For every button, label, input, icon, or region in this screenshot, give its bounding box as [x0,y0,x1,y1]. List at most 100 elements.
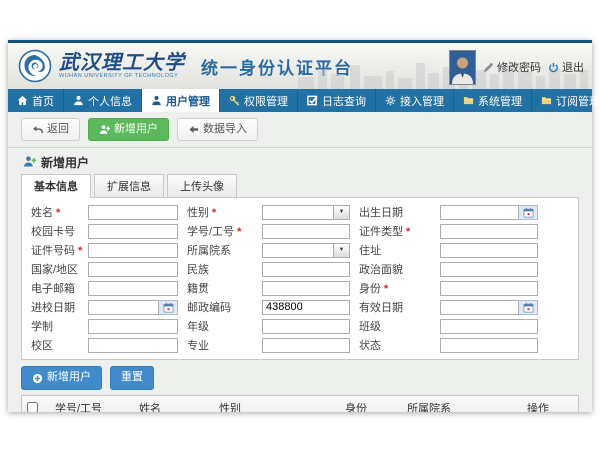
field-input-major[interactable] [262,338,350,353]
tab-basic-info[interactable]: 基本信息 [21,174,91,198]
field-input-address[interactable] [440,243,538,258]
calendar-icon[interactable] [519,300,538,315]
field-label-enrollment-date: 进校日期 [31,299,79,315]
field-input-department[interactable] [262,243,334,258]
data-import-button[interactable]: 数据导入 [177,118,258,141]
main-panel: 新增用户 基本信息 扩展信息 上传头像 姓名*性别*▼出生日期校园卡号学号/工号… [8,148,592,412]
calendar-icon[interactable] [519,205,538,220]
field-birth-date [440,205,538,220]
nav-tab-label: 日志查询 [322,93,366,109]
app-window: 武汉理工大学 WUHAN UNIVERSITY OF TECHNOLOGY 统一… [8,40,592,412]
power-icon [548,62,559,73]
column-header-student-id: 学号/工号 [50,395,134,412]
field-input-id-number[interactable] [88,243,178,258]
field-input-valid-date[interactable] [440,300,519,315]
field-input-email[interactable] [88,281,178,296]
nav-tab-subscription-management[interactable]: 订阅管理 [532,89,600,112]
dropdown-arrow-icon[interactable]: ▼ [334,243,350,258]
column-header-actions: 操作 [522,395,579,412]
nav-tab-user-management[interactable]: 用户管理 [142,89,220,112]
field-grade [262,319,350,334]
required-asterisk: * [406,226,410,238]
field-input-schooling-length[interactable] [88,319,178,334]
nav-tab-label: 用户管理 [166,93,210,109]
nav-tab-system-management[interactable]: 系统管理 [454,89,532,112]
field-label-id-number: 证件号码* [31,242,79,258]
nav-tab-profile[interactable]: 个人信息 [64,89,142,112]
field-status [440,338,538,353]
field-input-gender[interactable] [262,205,334,220]
field-campus [88,338,178,353]
folder-icon [541,95,552,106]
field-input-birth-date[interactable] [440,205,519,220]
nav-tab-permission-management[interactable]: 权限管理 [220,89,298,112]
logout-link[interactable]: 退出 [548,59,584,75]
tab-extended-info[interactable]: 扩展信息 [94,174,164,197]
field-address [440,243,538,258]
field-input-grade[interactable] [262,319,350,334]
field-input-native-place[interactable] [262,281,350,296]
field-email [88,281,178,296]
field-label-political-status: 政治面貌 [359,261,431,277]
nav-tab-label: 接入管理 [400,93,444,109]
log-icon [307,95,318,106]
user-photo [449,50,476,85]
field-label-id-type: 证件类型* [359,223,431,239]
university-logo-icon [18,49,52,83]
nav-tab-label: 首页 [32,93,54,109]
nav-tab-label: 个人信息 [88,93,132,109]
key-icon [229,95,240,106]
field-enrollment-date [88,300,178,315]
back-button[interactable]: 返回 [21,118,80,141]
university-title-block: 武汉理工大学 WUHAN UNIVERSITY OF TECHNOLOGY [59,52,185,80]
user-list-table: 学号/工号姓名性别身份所属院系操作 [21,395,579,412]
field-input-class[interactable] [440,319,538,334]
nav-tab-access-management[interactable]: 接入管理 [376,89,454,112]
content-area: 返回 新增用户 数据导入 [8,112,592,412]
field-label-birth-date: 出生日期 [359,204,431,220]
select-all-checkbox[interactable] [27,402,38,412]
field-gender: ▼ [262,205,350,220]
column-header-name: 姓名 [134,395,214,412]
section-title: 新增用户 [41,154,89,171]
field-input-status[interactable] [440,338,538,353]
basic-info-form: 姓名*性别*▼出生日期校园卡号学号/工号*证件类型*证件号码*所属院系▼住址国家… [21,197,579,360]
folder-icon [463,95,474,106]
field-input-name[interactable] [88,205,178,220]
field-input-id-type[interactable] [440,224,538,239]
change-password-link[interactable]: 修改密码 [483,59,541,75]
field-input-country-region[interactable] [88,262,178,277]
field-campus-card-no [88,224,178,239]
nav-tab-log-query[interactable]: 日志查询 [298,89,376,112]
data-import-label: 数据导入 [203,122,247,137]
field-input-political-status[interactable] [440,262,538,277]
nav-tab-label: 系统管理 [478,93,522,109]
field-id-type [440,224,538,239]
dropdown-arrow-icon[interactable]: ▼ [334,205,350,220]
field-input-student-id[interactable] [262,224,350,239]
required-asterisk: * [56,207,60,219]
field-label-grade: 年级 [187,318,253,334]
required-asterisk: * [212,207,216,219]
field-id-number [88,243,178,258]
add-user-toolbar-button[interactable]: 新增用户 [88,118,169,141]
field-input-campus[interactable] [88,338,178,353]
nav-tab-home[interactable]: 首页 [8,89,64,112]
field-input-campus-card-no[interactable] [88,224,178,239]
required-asterisk: * [384,283,388,295]
tab-upload-avatar[interactable]: 上传头像 [167,174,237,197]
field-input-postal-code[interactable] [262,300,350,315]
logout-label: 退出 [562,59,584,75]
nav-tab-label: 权限管理 [244,93,288,109]
plus-circle-icon [32,373,43,384]
calendar-icon[interactable] [159,300,178,315]
field-country-region [88,262,178,277]
field-input-identity[interactable] [440,281,538,296]
reset-button[interactable]: 重置 [110,366,154,389]
field-input-enrollment-date[interactable] [88,300,159,315]
field-valid-date [440,300,538,315]
main-nav: 首页个人信息用户管理权限管理日志查询接入管理系统管理订阅管理 [8,89,592,112]
field-ethnicity [262,262,350,277]
field-input-ethnicity[interactable] [262,262,350,277]
submit-add-user-button[interactable]: 新增用户 [21,366,102,389]
